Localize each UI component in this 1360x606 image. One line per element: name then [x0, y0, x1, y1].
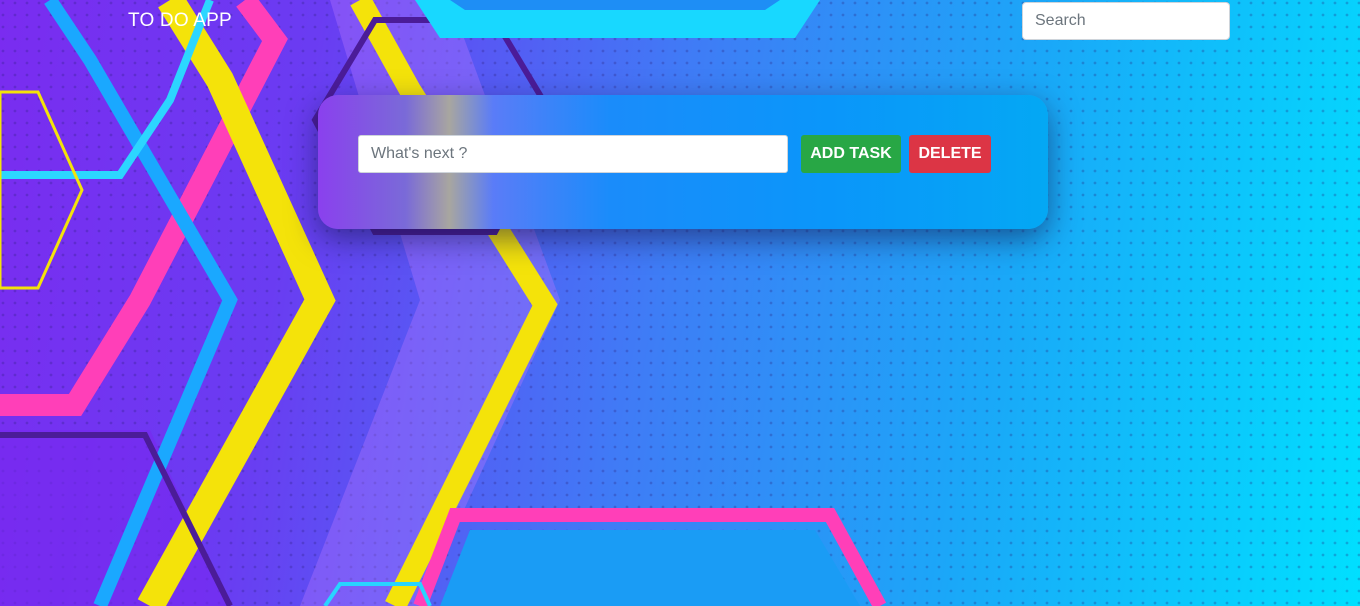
app-brand: TO DO APP — [128, 10, 232, 31]
new-task-input[interactable] — [358, 135, 788, 173]
add-task-button[interactable]: ADD TASK — [801, 135, 901, 173]
search-input[interactable] — [1022, 2, 1230, 40]
background-artwork — [0, 0, 1360, 606]
delete-button[interactable]: DELETE — [909, 135, 991, 173]
